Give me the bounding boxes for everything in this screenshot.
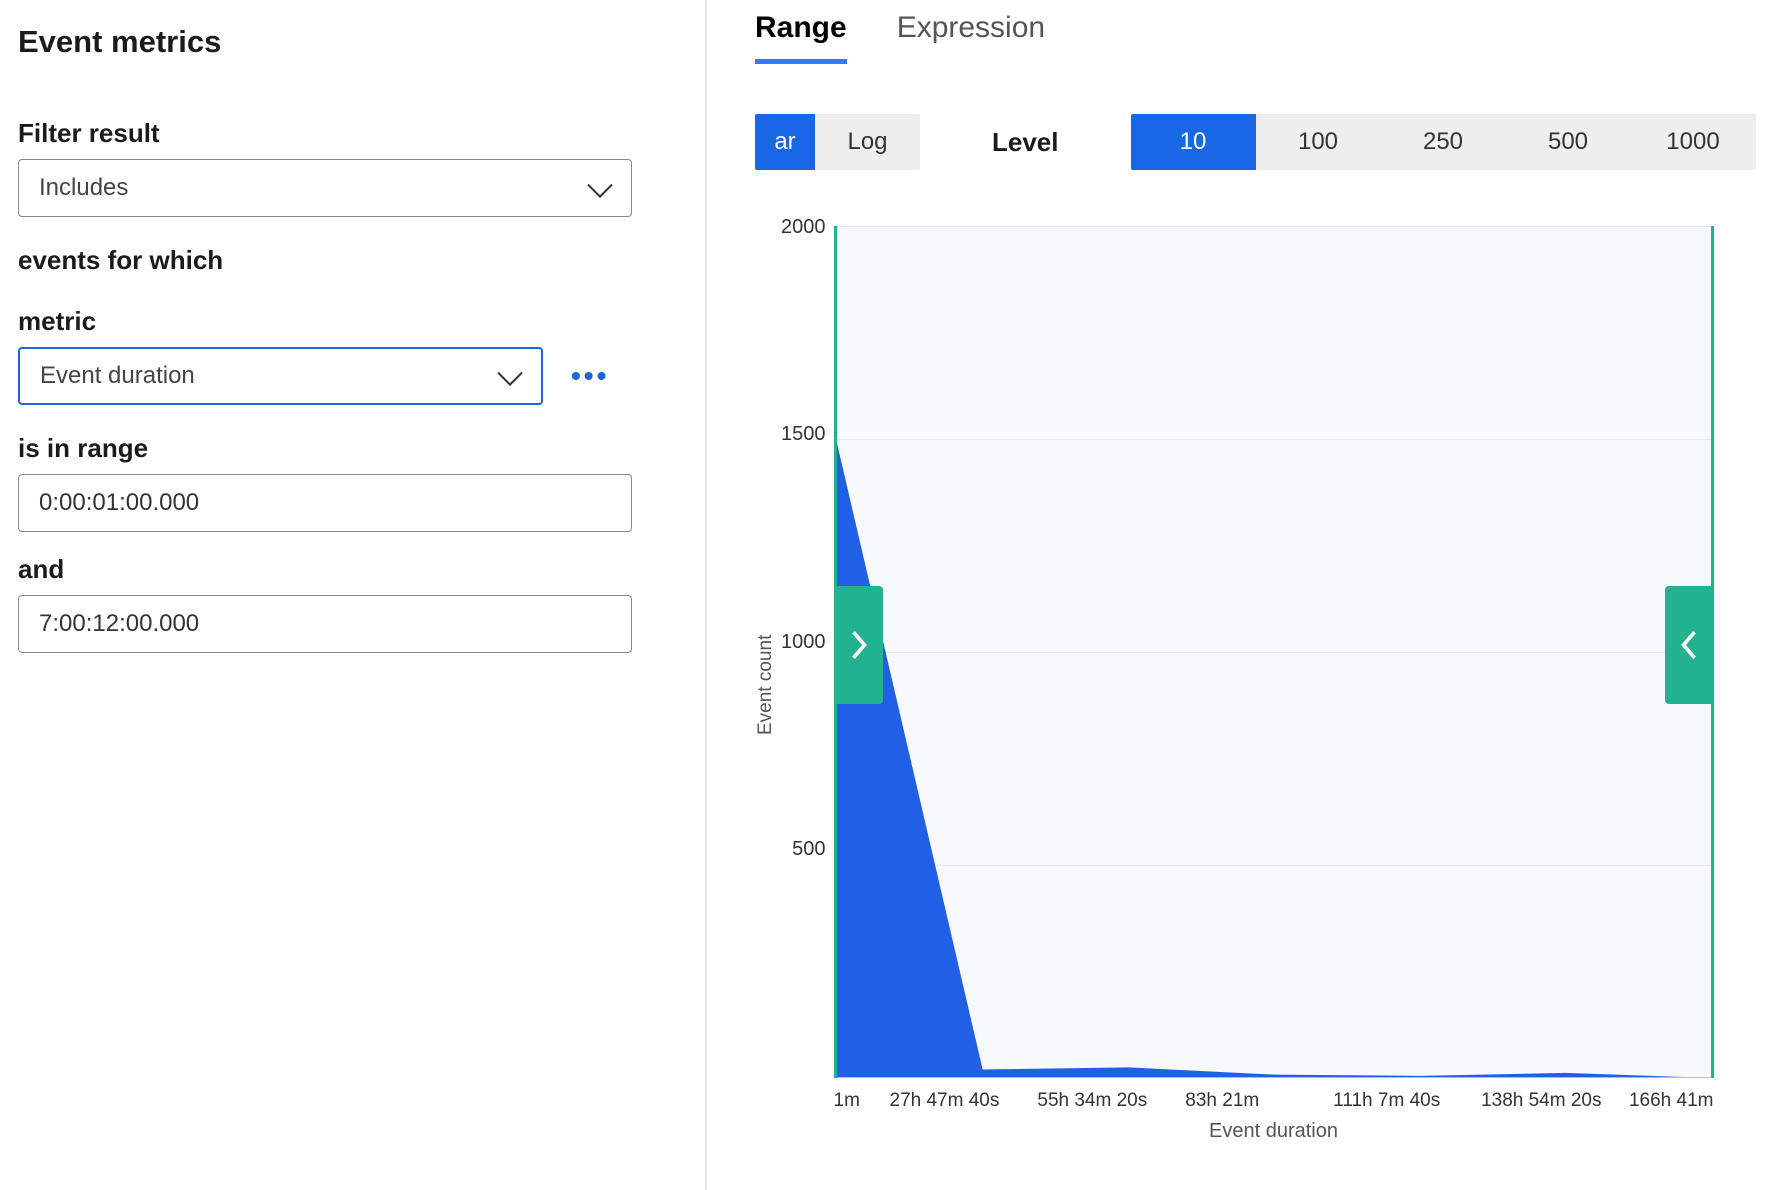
chart: Event count 2000 1500 1000 500 0 [755, 226, 1777, 1143]
chart-x-label: Event duration [834, 1120, 1714, 1143]
xtick: 1m [834, 1090, 890, 1112]
metric-field: metric Event duration ••• [18, 306, 632, 405]
scale-segment: ar Log [755, 114, 920, 170]
range-handle-right[interactable] [1665, 586, 1713, 704]
ytick: 2000 [781, 216, 826, 239]
chart-controls: ar Log Level 10 100 250 500 1000 [755, 114, 1777, 170]
chart-plot-area[interactable] [834, 226, 1714, 1078]
tab-range[interactable]: Range [755, 8, 847, 64]
range-and-label: and [18, 554, 681, 585]
tab-expression[interactable]: Expression [897, 8, 1045, 64]
chart-x-ticks: 1m 27h 47m 40s 55h 34m 20s 83h 21m 111h … [834, 1090, 1714, 1112]
filter-result-value: Includes [39, 174, 128, 202]
range-to-value: 7:00:12:00.000 [39, 610, 199, 638]
filter-panel: Event metrics Filter result Includes eve… [0, 0, 707, 1190]
scale-linear-option[interactable]: ar [755, 114, 815, 170]
range-from-value: 0:00:01:00.000 [39, 489, 199, 517]
range-to-field: 7:00:12:00.000 [18, 595, 632, 653]
chart-y-ticks: 2000 1500 1000 500 0 [781, 216, 834, 1068]
chart-area-fill [837, 226, 1711, 1078]
ytick: 500 [792, 838, 825, 861]
level-option-1000[interactable]: 1000 [1631, 114, 1756, 170]
metric-more-icon[interactable]: ••• [571, 362, 609, 390]
metric-label: metric [18, 306, 632, 337]
level-option-500[interactable]: 500 [1506, 114, 1631, 170]
metric-select[interactable]: Event duration [18, 347, 543, 405]
filter-result-select[interactable]: Includes [18, 159, 632, 217]
ytick: 1000 [781, 631, 826, 654]
xtick: 138h 54m 20s [1481, 1090, 1629, 1112]
app-root: Event metrics Filter result Includes eve… [0, 0, 1777, 1190]
mode-tabs: Range Expression [755, 8, 1777, 64]
range-handle-left[interactable] [835, 586, 883, 704]
xtick: 55h 34m 20s [1037, 1090, 1185, 1112]
xtick: 111h 7m 40s [1333, 1090, 1481, 1112]
ytick: 1500 [781, 423, 826, 446]
xtick: 83h 21m [1185, 1090, 1333, 1112]
level-option-10[interactable]: 10 [1131, 114, 1256, 170]
chart-panel: Range Expression ar Log Level 10 100 250… [707, 0, 1777, 1190]
range-from-label: is in range [18, 433, 632, 464]
level-label: Level [992, 127, 1059, 158]
events-for-which-label: events for which [18, 245, 681, 276]
panel-title: Event metrics [18, 24, 681, 60]
filter-result-label: Filter result [18, 118, 632, 149]
xtick: 166h 41m [1629, 1090, 1714, 1112]
level-option-250[interactable]: 250 [1381, 114, 1506, 170]
chart-y-label: Event count [755, 226, 777, 1143]
chevron-left-icon [1678, 628, 1700, 662]
scale-log-option[interactable]: Log [815, 114, 920, 170]
level-option-100[interactable]: 100 [1256, 114, 1381, 170]
level-segment: 10 100 250 500 1000 [1131, 114, 1756, 170]
chevron-right-icon [848, 628, 870, 662]
metric-value: Event duration [40, 362, 195, 390]
range-from-field: is in range 0:00:01:00.000 [18, 433, 632, 532]
filter-result-field: Filter result Includes [18, 118, 632, 217]
range-from-input[interactable]: 0:00:01:00.000 [18, 474, 632, 532]
xtick: 27h 47m 40s [890, 1090, 1038, 1112]
range-to-input[interactable]: 7:00:12:00.000 [18, 595, 632, 653]
